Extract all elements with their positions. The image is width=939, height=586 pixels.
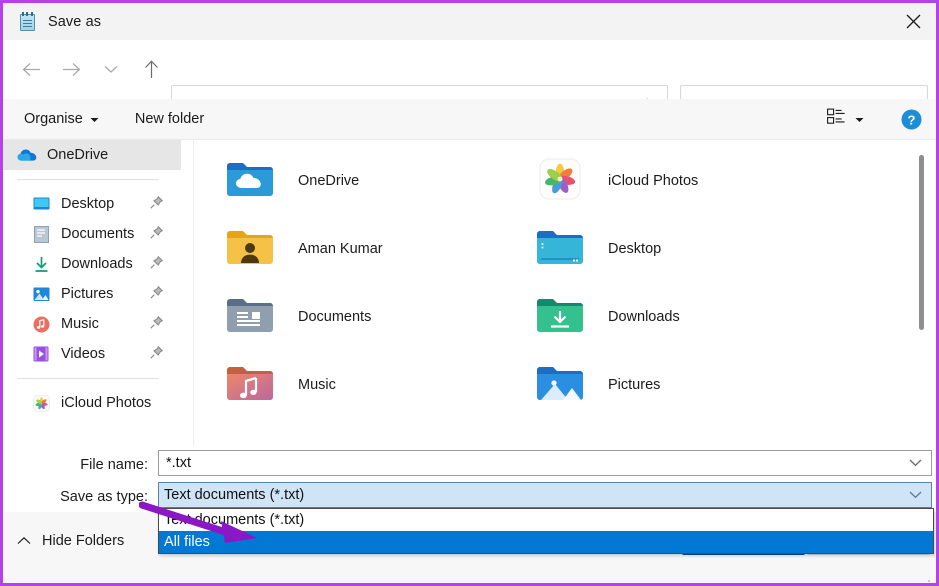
sidebar-item-videos[interactable]: Videos	[3, 339, 181, 369]
file-item-music[interactable]: Music	[224, 356, 336, 414]
file-item-desktop[interactable]: Desktop	[534, 220, 661, 278]
save-as-type-dropdown-list[interactable]: Text documents (*.txt) All files	[158, 508, 934, 554]
organise-caret-down-icon	[90, 111, 99, 127]
svg-text:?: ?	[908, 112, 916, 127]
help-button[interactable]: ?	[901, 99, 922, 139]
folder-desktop-icon	[534, 226, 588, 272]
sidebar-item-onedrive[interactable]: OneDrive	[3, 140, 181, 170]
file-item-documents[interactable]: Documents	[224, 288, 371, 346]
file-item-onedrive[interactable]: OneDrive	[224, 152, 359, 210]
folder-user-icon	[224, 226, 278, 272]
command-bar: Organise New folder ?	[3, 99, 936, 140]
sidebar-item-label: Videos	[61, 346, 105, 362]
body-area: OneDrive Desktop Documents	[3, 140, 936, 446]
sidebar-item-label: Documents	[61, 226, 134, 242]
sidebar-item-icloud-photos[interactable]: iCloud Photos	[3, 388, 181, 418]
navigation-bar: Desktop	[3, 40, 936, 99]
onedrive-cloud-icon	[17, 145, 37, 165]
view-options-button[interactable]	[819, 99, 872, 139]
save-as-type-label: Save as type:	[3, 489, 148, 505]
save-as-type-value: Text documents (*.txt)	[164, 487, 304, 503]
folder-music-icon	[224, 362, 278, 408]
save-as-type-combobox[interactable]: Text documents (*.txt)	[158, 482, 932, 508]
file-item-label: Desktop	[608, 241, 661, 257]
file-item-label: Documents	[298, 309, 371, 325]
pin-icon[interactable]	[150, 316, 163, 334]
save-as-dialog: Save as Desktop	[0, 0, 939, 586]
documents-icon	[31, 224, 51, 244]
file-item-label: iCloud Photos	[608, 173, 698, 189]
sidebar-item-downloads[interactable]: Downloads	[3, 249, 181, 279]
organise-label: Organise	[24, 111, 83, 127]
hide-folders-button[interactable]: Hide Folders	[17, 532, 124, 550]
file-item-pictures[interactable]: Pictures	[534, 356, 660, 414]
file-name-chevron-down-icon[interactable]	[909, 451, 922, 475]
file-item-icloud-photos[interactable]: iCloud Photos	[534, 152, 698, 210]
notepad-icon	[19, 12, 37, 32]
dropdown-option-all-files[interactable]: All files	[159, 531, 933, 553]
title-bar: Save as	[3, 3, 936, 40]
forward-arrow-icon[interactable]	[54, 53, 88, 87]
sidebar-item-documents[interactable]: Documents	[3, 219, 181, 249]
folder-documents-icon	[224, 294, 278, 340]
sidebar-item-label: Music	[61, 316, 99, 332]
sidebar-item-label: Desktop	[61, 196, 114, 212]
file-item-label: Pictures	[608, 377, 660, 393]
sidebar-item-label: iCloud Photos	[61, 395, 151, 411]
file-list-scrollbar-thumb[interactable]	[919, 155, 924, 330]
file-item-label: OneDrive	[298, 173, 359, 189]
file-list: OneDrive Aman Kumar	[193, 140, 936, 446]
pin-icon[interactable]	[150, 226, 163, 244]
sidebar-item-label: Downloads	[61, 256, 133, 272]
save-as-type-chevron-down-icon[interactable]	[909, 483, 922, 507]
resize-grip[interactable]	[921, 573, 931, 583]
videos-icon	[31, 344, 51, 364]
downloads-icon	[31, 254, 51, 274]
pin-icon[interactable]	[150, 256, 163, 274]
organise-button[interactable]: Organise	[17, 99, 106, 139]
pin-icon[interactable]	[150, 286, 163, 304]
sidebar-item-music[interactable]: Music	[3, 309, 181, 339]
hide-folders-label: Hide Folders	[42, 533, 124, 549]
pictures-icon	[31, 284, 51, 304]
file-name-input[interactable]	[164, 454, 894, 472]
sidebar-divider-1	[17, 179, 159, 180]
folder-onedrive-icon	[224, 158, 278, 204]
folder-downloads-icon	[534, 294, 588, 340]
new-folder-button[interactable]: New folder	[128, 99, 211, 139]
window-title: Save as	[48, 14, 101, 30]
file-list-scrollbar[interactable]	[919, 150, 924, 440]
file-item-aman-kumar[interactable]: Aman Kumar	[224, 220, 383, 278]
file-item-downloads[interactable]: Downloads	[534, 288, 680, 346]
sidebar-item-label: OneDrive	[47, 147, 108, 163]
dropdown-option-text-documents[interactable]: Text documents (*.txt)	[159, 509, 933, 531]
icloud-photos-app-icon	[534, 158, 588, 204]
recent-locations-chevron-down-icon[interactable]	[94, 53, 128, 87]
navigation-sidebar: OneDrive Desktop Documents	[3, 140, 181, 446]
up-arrow-icon[interactable]	[134, 53, 168, 87]
sidebar-item-label: Pictures	[61, 286, 113, 302]
sidebar-divider-2	[17, 378, 159, 379]
help-icon: ?	[901, 109, 922, 130]
icloud-photos-icon	[31, 393, 51, 413]
back-arrow-icon[interactable]	[14, 53, 48, 87]
file-item-label: Music	[298, 377, 336, 393]
file-name-label: File name:	[3, 457, 148, 473]
music-icon	[31, 314, 51, 334]
form-zone: File name: Save as type: Text documents …	[3, 446, 936, 512]
file-name-combobox[interactable]	[158, 450, 932, 476]
file-item-label: Downloads	[608, 309, 680, 325]
pin-icon[interactable]	[150, 196, 163, 214]
sidebar-item-desktop[interactable]: Desktop	[3, 189, 181, 219]
pin-icon[interactable]	[150, 346, 163, 364]
file-item-label: Aman Kumar	[298, 241, 383, 257]
view-options-icon	[827, 108, 846, 130]
view-caret-down-icon	[855, 110, 864, 128]
close-button[interactable]	[890, 3, 936, 40]
folder-pictures-icon	[534, 362, 588, 408]
chevron-up-icon	[17, 532, 31, 550]
sidebar-item-pictures[interactable]: Pictures	[3, 279, 181, 309]
new-folder-label: New folder	[135, 111, 204, 127]
desktop-icon	[31, 194, 51, 214]
